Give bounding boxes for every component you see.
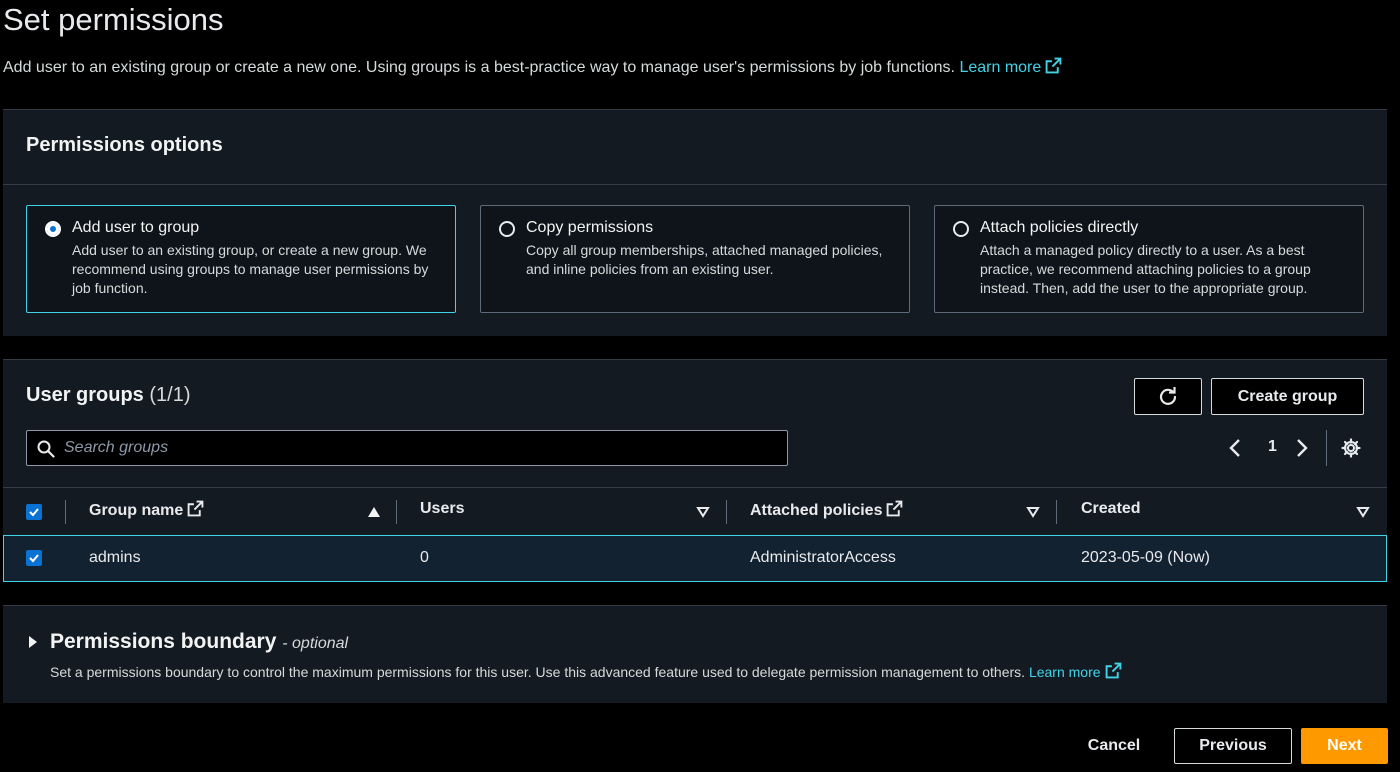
refresh-button[interactable] bbox=[1134, 378, 1202, 415]
row-checkbox[interactable] bbox=[26, 550, 42, 566]
create-group-button[interactable]: Create group bbox=[1211, 378, 1364, 415]
created-date: 2023-05-09 (Now) bbox=[1081, 549, 1210, 566]
radio-copy-permissions[interactable] bbox=[499, 221, 515, 237]
gear-icon[interactable] bbox=[1340, 437, 1362, 459]
option-copy-permissions[interactable]: Copy permissions Copy all group membersh… bbox=[480, 205, 910, 313]
learn-more-link[interactable]: Learn more bbox=[959, 57, 1062, 76]
previous-button[interactable]: Previous bbox=[1174, 728, 1292, 764]
permissions-boundary-heading[interactable]: Permissions boundary - optional bbox=[50, 630, 348, 654]
column-header-users[interactable]: Users bbox=[420, 500, 464, 518]
permissions-options-panel: Permissions options Add user to group Ad… bbox=[3, 109, 1387, 336]
boundary-description-text: Set a permissions boundary to control th… bbox=[50, 664, 1026, 680]
cancel-button[interactable]: Cancel bbox=[1075, 728, 1153, 764]
group-name-link[interactable]: admins bbox=[89, 549, 141, 567]
sort-icon[interactable] bbox=[1026, 506, 1040, 518]
chevron-left-icon[interactable] bbox=[1228, 438, 1242, 458]
search-groups[interactable] bbox=[26, 430, 788, 466]
page-title: Set permissions bbox=[3, 2, 224, 37]
column-divider bbox=[1056, 500, 1057, 524]
external-link-icon bbox=[1105, 662, 1121, 679]
learn-more-label: Learn more bbox=[959, 59, 1042, 76]
external-link-icon bbox=[187, 500, 204, 517]
boundary-learn-more-link[interactable]: Learn more bbox=[1028, 662, 1122, 680]
column-header-group-name[interactable]: Group name bbox=[89, 500, 204, 520]
attached-policy-link[interactable]: AdministratorAccess bbox=[750, 549, 896, 567]
permissions-boundary-title: Permissions boundary bbox=[50, 630, 277, 653]
option-title: Copy permissions bbox=[526, 219, 654, 236]
user-groups-count: (1/1) bbox=[149, 384, 191, 406]
search-input[interactable] bbox=[64, 431, 764, 465]
table-row[interactable]: admins 0 AdministratorAccess 2023-05-09 … bbox=[3, 535, 1387, 582]
column-divider bbox=[65, 500, 66, 524]
column-label: Attached policies bbox=[750, 502, 883, 519]
select-all-checkbox[interactable] bbox=[26, 504, 42, 520]
column-divider bbox=[396, 500, 397, 524]
option-add-user-to-group[interactable]: Add user to group Add user to an existin… bbox=[26, 205, 456, 313]
chevron-right-icon[interactable] bbox=[1295, 438, 1309, 458]
option-title: Attach policies directly bbox=[980, 219, 1139, 236]
checkmark-icon bbox=[29, 554, 39, 563]
option-title: Add user to group bbox=[72, 219, 200, 236]
option-description: Add user to an existing group, or create… bbox=[72, 242, 429, 296]
option-description: Attach a managed policy directly to a us… bbox=[980, 242, 1311, 296]
user-groups-heading: User groups (1/1) bbox=[26, 384, 191, 407]
radio-add-user-to-group[interactable] bbox=[45, 221, 61, 237]
page-description-text: Add user to an existing group or create … bbox=[3, 59, 955, 76]
sort-icon[interactable] bbox=[696, 506, 710, 518]
next-button[interactable]: Next bbox=[1301, 728, 1388, 764]
checkmark-icon bbox=[29, 508, 39, 517]
pagination: 1 bbox=[1228, 430, 1388, 466]
option-attach-policies-directly[interactable]: Attach policies directly Attach a manage… bbox=[934, 205, 1364, 313]
table-header: Group name Users Attached policies Creat… bbox=[3, 487, 1387, 535]
external-link-icon bbox=[887, 500, 903, 517]
permissions-options-heading: Permissions options bbox=[26, 134, 223, 156]
column-divider bbox=[726, 500, 727, 524]
sort-ascending-icon[interactable] bbox=[367, 506, 381, 518]
external-link-icon bbox=[1045, 57, 1062, 74]
option-description: Copy all group memberships, attached man… bbox=[526, 242, 883, 277]
column-label: Group name bbox=[89, 502, 184, 519]
learn-more-label: Learn more bbox=[1028, 664, 1101, 680]
page-description: Add user to an existing group or create … bbox=[3, 57, 1062, 77]
sort-icon[interactable] bbox=[1356, 506, 1370, 518]
user-groups-title: User groups bbox=[26, 384, 144, 406]
permissions-boundary-panel: Permissions boundary - optional Set a pe… bbox=[3, 605, 1387, 703]
radio-attach-policies-directly[interactable] bbox=[953, 221, 969, 237]
permissions-boundary-description: Set a permissions boundary to control th… bbox=[50, 662, 1122, 680]
column-header-created[interactable]: Created bbox=[1081, 500, 1141, 518]
page-number[interactable]: 1 bbox=[1268, 438, 1277, 456]
users-count: 0 bbox=[420, 549, 429, 566]
column-header-attached-policies[interactable]: Attached policies bbox=[750, 500, 903, 520]
optional-label: - optional bbox=[282, 635, 349, 652]
user-groups-panel: User groups (1/1) Create group 1 Group n… bbox=[3, 359, 1388, 582]
search-icon bbox=[37, 440, 55, 458]
pager-divider bbox=[1326, 430, 1327, 466]
caret-right-icon[interactable] bbox=[28, 636, 38, 648]
refresh-icon bbox=[1159, 386, 1177, 405]
